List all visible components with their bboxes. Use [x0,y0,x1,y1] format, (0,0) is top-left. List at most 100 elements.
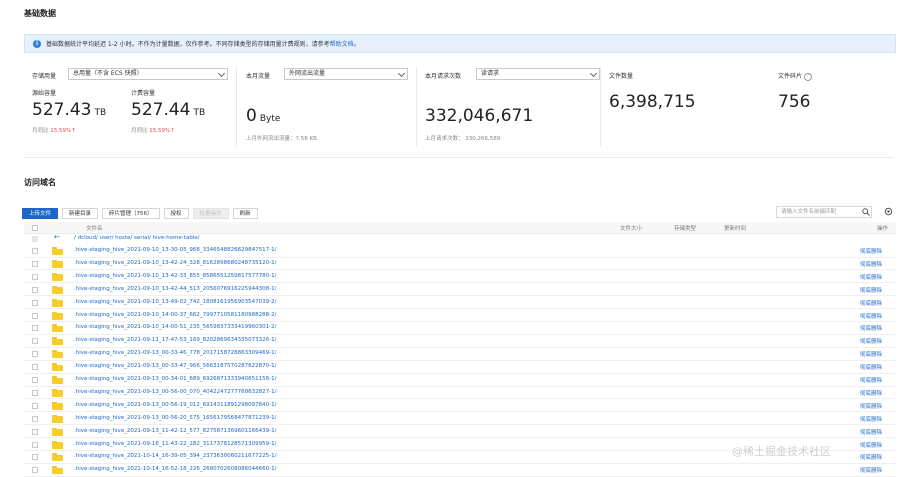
breadcrumb[interactable]: / dcloud/ user/ hoste/ serial/ hive-home… [74,235,200,241]
folder-name-link[interactable]: .hive-staging_hive_2021-09-16_11-43-22_2… [74,441,276,447]
table-row[interactable]: .hive-staging_hive_2021-09-13_00-56-00_0… [24,387,896,400]
row-checkbox[interactable] [32,338,38,345]
raw-capacity-value: 527.43 TB [32,100,106,120]
folder-name-link[interactable]: .hive-staging_hive_2021-09-10_14-00-37_6… [74,312,276,318]
table-row[interactable]: .hive-staging_hive_2021-09-13_00-56-20_5… [24,413,896,426]
delete-permanently-link[interactable]: 彻底删除 [860,350,882,358]
folder-name-link[interactable]: .hive-staging_hive_2021-09-13_00-34-01_6… [74,376,276,382]
help-doc-link[interactable]: 帮助文档 [330,39,354,48]
refresh-button[interactable]: 刷新 [232,207,258,219]
table-row[interactable]: .hive-staging_hive_2021-09-13_00-56-19_0… [24,400,896,413]
delete-permanently-link[interactable]: 彻底删除 [860,312,882,320]
row-checkbox[interactable] [32,260,38,267]
table-row[interactable]: .hive-staging_hive_2021-09-11_17-47-53_1… [24,335,896,348]
delete-permanently-link[interactable]: 彻底删除 [860,441,882,449]
fragment-manage-button[interactable]: 碎片管理（756） [102,207,160,219]
info-icon: i [33,39,41,48]
row-checkbox[interactable] [32,415,38,422]
raw-capacity-unit: TB [94,108,107,118]
table-row[interactable]: .hive-staging_hive_2021-09-10_14-00-51_2… [24,322,896,335]
table-row[interactable]: .hive-staging_hive_2021-10-14_16-52-18_2… [24,464,896,477]
delete-permanently-link[interactable]: 彻底删除 [860,337,882,345]
delete-permanently-link[interactable]: 彻底删除 [860,286,882,294]
delete-permanently-link[interactable]: 彻底删除 [860,247,882,255]
folder-name-link[interactable]: .hive-staging_hive_2021-09-10_13-42-44_5… [74,286,276,292]
settings-icon[interactable] [884,207,894,217]
batch-operation-button[interactable]: 批量操作 [192,207,229,219]
storage-select[interactable]: 总用量（不含 ECS 快照） [68,68,228,80]
table-row[interactable]: .hive-staging_hive_2021-09-13_00-33-46_7… [24,348,896,361]
billed-mom-value: 15.59%↑ [149,128,175,134]
delete-permanently-link[interactable]: 彻底删除 [860,273,882,281]
folder-name-link[interactable]: .hive-staging_hive_2021-09-13_00-56-20_5… [74,415,276,421]
folder-name-link[interactable]: .hive-staging_hive_2021-09-13_00-33-47_9… [74,363,276,369]
search-icon[interactable] [862,208,870,216]
stat-divider [600,68,601,146]
traffic-select[interactable]: 外网流出流量 [284,68,408,80]
table-row[interactable]: .hive-staging_hive_2021-09-10_13-42-24_3… [24,258,896,271]
table-row[interactable]: .hive-staging_hive_2021-09-10_13-42-33_8… [24,271,896,284]
row-checkbox[interactable] [32,248,38,254]
delete-permanently-link[interactable]: 彻底删除 [860,363,882,371]
delete-permanently-link[interactable]: 彻底删除 [860,402,882,410]
folder-name-link[interactable]: .hive-staging_hive_2021-09-13_00-56-00_0… [74,389,276,395]
notice-text: 基础数据统计平均延迟 1-2 小时。不作为计量数据，仅作参考。不同存储类型的存储… [46,41,330,48]
folder-name-link[interactable]: .hive-staging_hive_2021-09-10_14-00-51_2… [74,324,276,330]
row-checkbox[interactable] [32,402,38,409]
table-row[interactable]: .hive-staging_hive_2021-09-10_14-00-37_6… [24,310,896,322]
table-row[interactable]: .hive-staging_hive_2021-09-13_00-34-01_6… [24,374,896,387]
authorize-button[interactable]: 授权 [163,207,189,219]
folder-icon [52,350,63,359]
delete-permanently-link[interactable]: 彻底删除 [860,299,882,307]
table-row[interactable]: .hive-staging_hive_2021-09-10_13-49-02_7… [24,297,896,310]
folder-name-link[interactable]: .hive-staging_hive_2021-09-10_13-49-02_7… [74,299,276,305]
delete-permanently-link[interactable]: 彻底删除 [860,260,882,268]
delete-permanently-link[interactable]: 彻底删除 [860,466,882,474]
row-checkbox[interactable] [32,312,38,319]
folder-icon [52,376,63,384]
back-arrow-icon[interactable]: ← [54,233,60,241]
folder-name-link[interactable]: .hive-staging_hive_2021-10-14_16-52-18_2… [74,466,276,472]
row-checkbox[interactable] [32,351,38,358]
row-checkbox[interactable] [32,273,38,280]
search-input[interactable]: 请输入文件名前缀匹配 [776,206,872,218]
folder-icon [52,272,63,281]
row-checkbox[interactable] [32,441,38,448]
folder-icon [52,363,63,372]
delete-permanently-link[interactable]: 彻底删除 [860,376,882,384]
table-row[interactable]: .hive-staging_hive_2021-09-10_13-42-44_5… [24,284,896,297]
col-name-header[interactable]: 文件名 [86,224,103,232]
requests-select[interactable]: 读请求 [476,68,600,80]
select-all-checkbox[interactable] [32,225,38,231]
folder-name-link[interactable]: .hive-staging_hive_2021-09-13_11-42-12_5… [74,428,276,434]
folder-name-link[interactable]: .hive-staging_hive_2021-09-11_17-47-53_1… [74,337,276,343]
row-checkbox[interactable] [32,454,38,461]
folder-name-link[interactable]: .hive-staging_hive_2021-09-13_00-33-46_7… [74,350,276,356]
row-checkbox[interactable] [32,286,38,293]
upload-button[interactable]: 上传文件 [22,207,59,219]
table-row[interactable]: .hive-staging_hive_2021-09-13_00-33-47_9… [24,361,896,374]
delete-permanently-link[interactable]: 彻底删除 [860,389,882,397]
row-checkbox[interactable] [32,325,38,332]
row-checkbox[interactable] [32,428,38,435]
table-header: 文件名 文件大小 存储类型 更新时间 操作 [24,222,896,234]
delete-permanently-link[interactable]: 彻底删除 [860,428,882,436]
delete-permanently-link[interactable]: 彻底删除 [860,453,882,461]
row-checkbox[interactable] [32,467,38,474]
folder-name-link[interactable]: .hive-staging_hive_2021-09-10_13-42-33_8… [74,273,276,279]
folder-name-link[interactable]: .hive-staging_hive_2021-09-10_13-30-05_9… [74,247,276,253]
table-row[interactable]: .hive-staging_hive_2021-09-10_13-30-05_9… [24,245,896,258]
row-checkbox[interactable] [32,299,38,306]
delete-permanently-link[interactable]: 彻底删除 [860,415,882,423]
help-circle-icon[interactable]: ? [803,72,812,81]
folder-name-link[interactable]: .hive-staging_hive_2021-09-10_13-42-24_3… [74,260,276,266]
row-checkbox[interactable] [32,377,38,383]
row-checkbox[interactable] [32,389,38,396]
table-row[interactable]: .hive-staging_hive_2021-09-13_11-42-12_5… [24,426,896,439]
folder-name-link[interactable]: .hive-staging_hive_2021-09-13_00-56-19_0… [74,402,276,408]
col-time-header[interactable]: 更新时间 [724,224,746,232]
delete-permanently-link[interactable]: 彻底删除 [860,324,882,332]
row-checkbox[interactable] [32,364,38,371]
new-directory-button[interactable]: 新建目录 [62,207,99,219]
folder-name-link[interactable]: .hive-staging_hive_2021-10-14_16-39-05_3… [74,453,276,459]
